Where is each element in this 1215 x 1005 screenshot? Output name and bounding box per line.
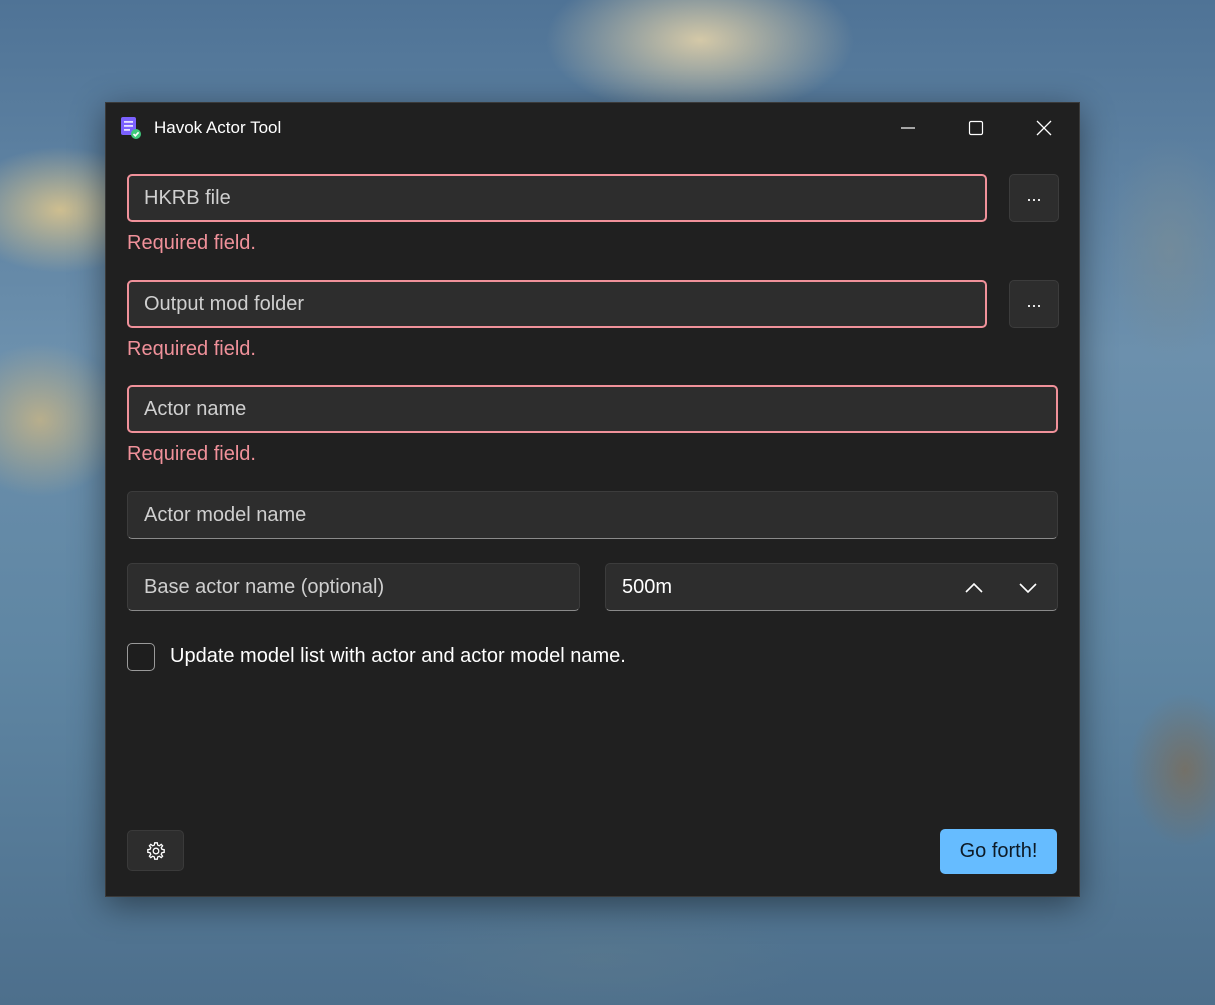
close-button[interactable]: [1010, 103, 1078, 153]
output-mod-folder-placeholder: Output mod folder: [144, 293, 305, 315]
hkrb-file-error: Required field.: [127, 232, 256, 254]
distance-number-box[interactable]: 500m: [605, 563, 1058, 611]
update-model-list-checkbox[interactable]: [127, 643, 155, 671]
title-bar[interactable]: Havok Actor Tool: [106, 103, 1079, 153]
go-forth-button[interactable]: Go forth!: [940, 829, 1057, 874]
output-folder-browse-button[interactable]: ...: [1009, 280, 1059, 328]
window-title: Havok Actor Tool: [154, 118, 282, 137]
settings-button[interactable]: [127, 830, 184, 871]
app-window: Havok Actor Tool HKRB file ... Required …: [105, 102, 1080, 897]
close-icon: [1036, 120, 1052, 136]
hkrb-file-placeholder: HKRB file: [144, 187, 231, 209]
actor-name-input[interactable]: Actor name: [127, 385, 1058, 433]
actor-name-placeholder: Actor name: [144, 398, 247, 420]
app-document-check-icon: [120, 116, 142, 140]
base-actor-name-placeholder: Base actor name (optional): [144, 576, 385, 598]
maximize-icon: [968, 120, 984, 136]
hkrb-browse-button[interactable]: ...: [1009, 174, 1059, 222]
output-mod-folder-error: Required field.: [127, 338, 256, 360]
decrement-button[interactable]: [1010, 570, 1046, 606]
increment-button[interactable]: [956, 570, 992, 606]
maximize-button[interactable]: [942, 103, 1010, 153]
gear-icon: [146, 841, 165, 860]
actor-name-error: Required field.: [127, 443, 256, 465]
minimize-icon: [901, 127, 915, 129]
update-model-list-label[interactable]: Update model list with actor and actor m…: [170, 645, 626, 668]
distance-value[interactable]: 500m: [622, 564, 672, 610]
base-actor-name-input[interactable]: Base actor name (optional): [127, 563, 580, 611]
chevron-down-icon: [1019, 583, 1037, 594]
actor-model-name-placeholder: Actor model name: [144, 504, 307, 526]
hkrb-file-input[interactable]: HKRB file: [127, 174, 987, 222]
chevron-up-icon: [965, 582, 983, 593]
output-mod-folder-input[interactable]: Output mod folder: [127, 280, 987, 328]
minimize-button[interactable]: [874, 103, 942, 153]
actor-model-name-input[interactable]: Actor model name: [127, 491, 1058, 539]
